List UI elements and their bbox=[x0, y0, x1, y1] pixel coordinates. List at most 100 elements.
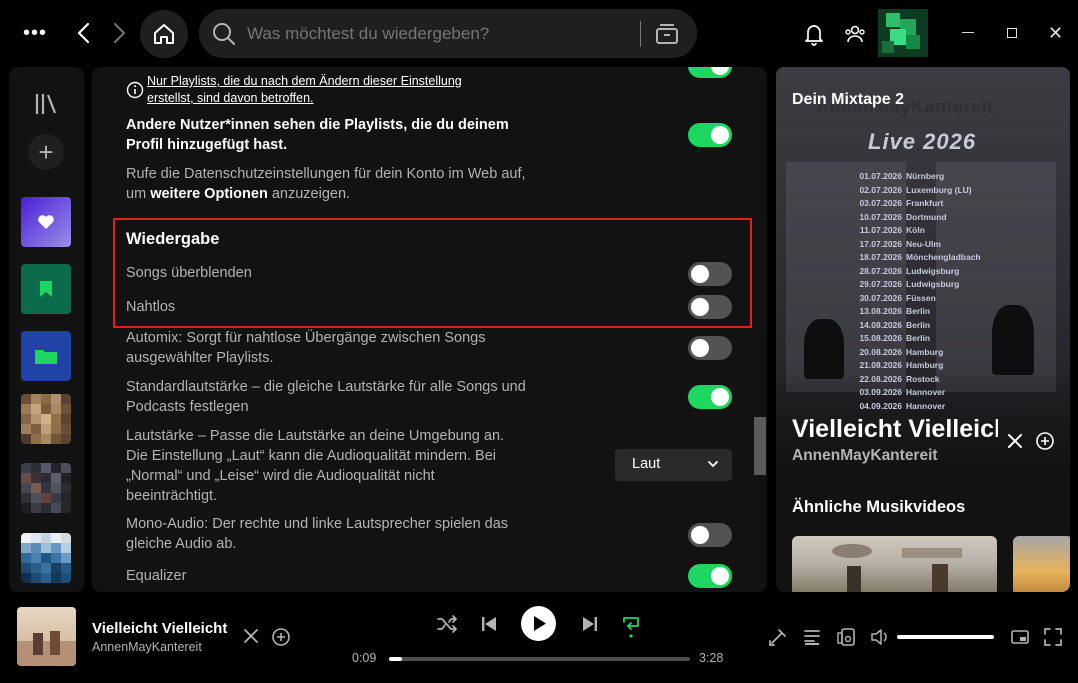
toggle-knob bbox=[691, 526, 709, 544]
close-icon[interactable] bbox=[1005, 431, 1025, 451]
mono-audio-toggle[interactable] bbox=[688, 523, 732, 547]
now-playing-artist[interactable]: AnnenMayKantereit bbox=[792, 447, 938, 465]
track-artist[interactable]: AnnenMayKantereit bbox=[92, 640, 202, 654]
now-playing-cover[interactable] bbox=[17, 607, 76, 666]
tour-city: Dortmund bbox=[906, 211, 947, 222]
sidebar-item-folder[interactable] bbox=[21, 331, 71, 381]
tour-city: Ludwigsburg bbox=[906, 265, 960, 276]
shuffle-icon[interactable] bbox=[436, 614, 458, 634]
tour-date: 15.08.2026 bbox=[859, 333, 902, 343]
loudness-dropdown[interactable]: Laut bbox=[615, 449, 732, 481]
loudness-dropdown-value: Laut bbox=[632, 456, 661, 472]
notification-bell-icon[interactable] bbox=[803, 22, 825, 46]
minimize-icon[interactable] bbox=[962, 32, 974, 33]
forward-icon[interactable] bbox=[107, 20, 131, 46]
tour-city: Berlin bbox=[906, 333, 931, 343]
time-elapsed: 0:09 bbox=[352, 651, 377, 665]
sidebar-item-liked-songs[interactable] bbox=[21, 197, 71, 247]
browse-icon[interactable] bbox=[654, 21, 680, 47]
playlist-cover-thumbnail bbox=[21, 394, 71, 444]
create-playlist-button[interactable]: + bbox=[28, 134, 64, 170]
info-note-link[interactable]: Nur Playlists, die du nach dem Ändern di… bbox=[147, 73, 487, 107]
now-playing-view: AnnenMayKantereit Live 2026 01.07.2026 Nü… bbox=[776, 67, 1070, 592]
search-bar[interactable] bbox=[199, 9, 697, 58]
repeat-icon[interactable] bbox=[620, 612, 642, 638]
more-dots-icon[interactable]: ••• bbox=[22, 22, 48, 44]
tour-date: 22.08.2026 bbox=[859, 373, 902, 384]
library-sidebar: + bbox=[9, 67, 84, 592]
tour-date: 03.07.2026 bbox=[859, 198, 902, 208]
volume-slider[interactable] bbox=[897, 635, 994, 639]
add-to-library-icon[interactable] bbox=[271, 627, 291, 647]
toggle-knob bbox=[711, 567, 729, 585]
normalize-volume-label: Standardlautstärke – die gleiche Lautstä… bbox=[126, 379, 526, 415]
profile-playlists-toggle[interactable] bbox=[688, 123, 732, 147]
next-track-icon[interactable] bbox=[581, 614, 599, 634]
queue-icon[interactable] bbox=[802, 627, 822, 647]
tour-date: 14.08.2026 bbox=[859, 319, 902, 330]
tour-date: 03.09.2026 bbox=[859, 387, 902, 397]
tour-date-row: 01.07.2026 Nürnberg bbox=[776, 171, 1070, 185]
tour-city: Neu-Ulm bbox=[906, 238, 941, 249]
playback-progress-fill bbox=[389, 657, 402, 661]
sidebar-item-saved-episodes[interactable] bbox=[21, 264, 71, 314]
settings-scrollbar[interactable] bbox=[754, 417, 766, 475]
video-thumbnail[interactable] bbox=[792, 536, 997, 592]
now-playing-view-icon[interactable] bbox=[768, 627, 788, 647]
tour-city: Nürnberg bbox=[906, 171, 945, 181]
tour-city: Rostock bbox=[906, 373, 940, 384]
equalizer-toggle[interactable] bbox=[688, 564, 732, 588]
tour-date: 11.07.2026 bbox=[859, 225, 902, 235]
video-thumbnail[interactable] bbox=[1013, 536, 1070, 592]
volume-icon[interactable] bbox=[870, 627, 890, 647]
search-input[interactable] bbox=[247, 9, 627, 58]
mixtape-title: Dein Mixtape 2 bbox=[792, 91, 905, 108]
tour-date: 02.07.2026 bbox=[859, 184, 902, 195]
back-icon[interactable] bbox=[72, 20, 96, 46]
mini-player-icon[interactable] bbox=[1010, 627, 1030, 647]
highlight-box bbox=[113, 218, 752, 328]
toggle-previous-setting[interactable] bbox=[688, 67, 732, 78]
automix-toggle[interactable] bbox=[688, 336, 732, 360]
mono-audio-label: Mono-Audio: Der rechte und linke Lautspr… bbox=[126, 516, 509, 552]
search-icon bbox=[213, 23, 235, 45]
track-title[interactable]: Vielleicht Vielleicht bbox=[92, 620, 227, 637]
tour-date-row: 03.07.2026 Frankfurt bbox=[776, 198, 1070, 212]
now-playing-title[interactable]: Vielleicht Vielleicht bbox=[792, 415, 998, 444]
play-button[interactable] bbox=[521, 606, 556, 641]
tour-date-row: 02.07.2026 Luxemburg (LU) bbox=[776, 185, 1070, 199]
privacy-settings-text: Rufe die Datenschutzeinstellungen für de… bbox=[126, 164, 526, 204]
chevron-down-icon bbox=[708, 461, 718, 468]
sidebar-item-playlist[interactable] bbox=[21, 394, 71, 444]
tour-city: Berlin bbox=[906, 319, 931, 330]
home-icon bbox=[154, 24, 174, 44]
fullscreen-icon[interactable] bbox=[1043, 627, 1063, 647]
tour-date-row: 30.07.2026 Füssen bbox=[776, 293, 1070, 307]
automix-label: Automix: Sorgt für nahtlose Übergänge zw… bbox=[126, 330, 486, 366]
home-button[interactable] bbox=[140, 10, 188, 58]
search-divider bbox=[640, 21, 641, 47]
window-close-icon[interactable]: ✕ bbox=[1048, 24, 1064, 42]
library-icon[interactable] bbox=[33, 91, 59, 117]
connect-device-icon[interactable] bbox=[836, 627, 856, 647]
avatar[interactable] bbox=[878, 9, 928, 57]
tour-date-row: 20.08.2026 Hamburg bbox=[776, 347, 1070, 361]
privacy-text-part: anzuzeigen. bbox=[271, 186, 351, 202]
previous-track-icon[interactable] bbox=[480, 614, 498, 634]
playback-progress-bar[interactable] bbox=[389, 657, 690, 661]
add-to-library-icon[interactable] bbox=[1035, 431, 1055, 451]
profile-playlists-label: Andere Nutzer*innen sehen die Playlists,… bbox=[126, 117, 509, 153]
maximize-icon[interactable] bbox=[1007, 28, 1017, 38]
tour-date-row: 29.07.2026 Ludwigsburg bbox=[776, 279, 1070, 293]
toggle-knob bbox=[711, 388, 729, 406]
privacy-more-options-link[interactable]: weitere Optionen bbox=[150, 186, 268, 202]
sidebar-item-playlist[interactable] bbox=[21, 463, 71, 513]
close-icon[interactable] bbox=[242, 627, 260, 645]
normalize-volume-toggle[interactable] bbox=[688, 385, 732, 409]
tour-city: Luxemburg (LU) bbox=[906, 184, 972, 195]
friend-activity-icon[interactable] bbox=[844, 22, 866, 46]
tour-date-row: 28.07.2026 Ludwigsburg bbox=[776, 266, 1070, 280]
toggle-knob bbox=[711, 126, 729, 144]
sidebar-item-playlist[interactable] bbox=[21, 533, 71, 583]
cover-live-title: Live 2026 bbox=[868, 129, 977, 154]
